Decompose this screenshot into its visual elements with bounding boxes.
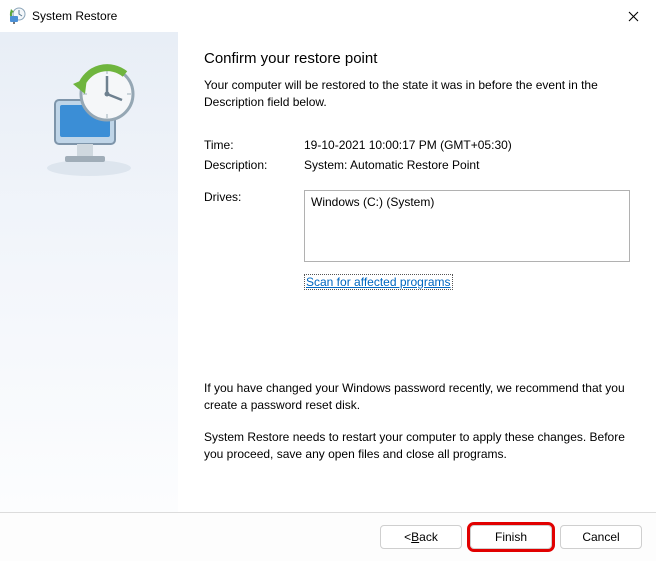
scan-affected-programs-link[interactable]: Scan for affected programs	[304, 274, 453, 290]
description-value: System: Automatic Restore Point	[304, 158, 630, 172]
finish-button[interactable]: Finish	[470, 525, 552, 549]
restart-note: System Restore needs to restart your com…	[204, 429, 630, 464]
titlebar: System Restore	[0, 0, 656, 32]
drives-list: Windows (C:) (System)	[304, 190, 630, 262]
drives-row: Drives: Windows (C:) (System)	[204, 190, 630, 262]
content: Confirm your restore point Your computer…	[178, 32, 656, 512]
time-label: Time:	[204, 138, 304, 152]
system-restore-icon	[8, 7, 26, 25]
intro-text: Your computer will be restored to the st…	[204, 77, 630, 112]
notes: If you have changed your Windows passwor…	[204, 380, 630, 464]
drive-entry: Windows (C:) (System)	[311, 195, 623, 209]
sidebar	[0, 32, 178, 512]
close-button[interactable]	[610, 0, 656, 32]
window-title: System Restore	[32, 9, 610, 23]
password-note: If you have changed your Windows passwor…	[204, 380, 630, 415]
footer: < Back Finish Cancel	[0, 512, 656, 561]
description-label: Description:	[204, 158, 304, 172]
time-value: 19-10-2021 10:00:17 PM (GMT+05:30)	[304, 138, 630, 152]
page-heading: Confirm your restore point	[204, 50, 630, 67]
body: Confirm your restore point Your computer…	[0, 32, 656, 512]
time-row: Time: 19-10-2021 10:00:17 PM (GMT+05:30)	[204, 138, 630, 152]
back-button[interactable]: < Back	[380, 525, 462, 549]
restore-graphic-icon	[29, 60, 149, 180]
cancel-button[interactable]: Cancel	[560, 525, 642, 549]
drives-label: Drives:	[204, 190, 304, 262]
description-row: Description: System: Automatic Restore P…	[204, 158, 630, 172]
